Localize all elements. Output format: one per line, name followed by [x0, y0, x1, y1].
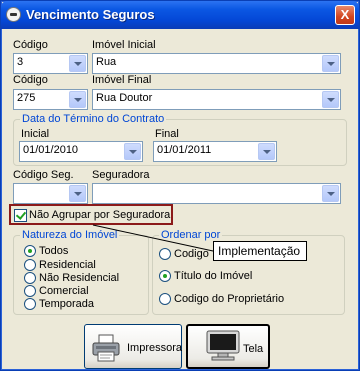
- monitor-icon: [206, 330, 240, 361]
- print-button-label: Impressora: [127, 342, 183, 354]
- print-button[interactable]: Impressora: [84, 324, 182, 369]
- printer-icon: [92, 334, 120, 362]
- implementacao-tooltip: Implementação: [213, 241, 307, 261]
- screen-button-label: Tela: [243, 343, 264, 355]
- screen-button[interactable]: Tela: [186, 324, 270, 369]
- callout-line: [92, 224, 214, 252]
- vencimento-seguros-window: Vencimento Seguros X Código 3 Imóvel Ini…: [0, 0, 360, 371]
